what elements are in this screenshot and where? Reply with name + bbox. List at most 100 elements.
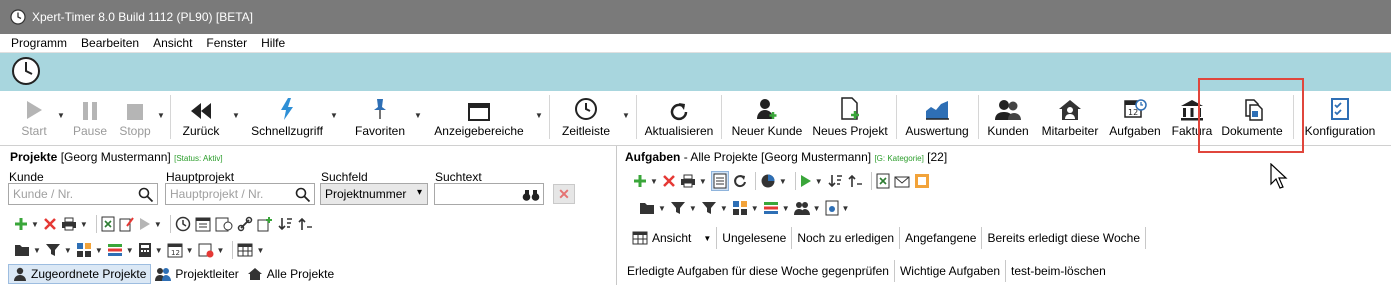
- pie-chart-icon[interactable]: ▼: [760, 173, 787, 189]
- outlook-icon[interactable]: [914, 173, 930, 189]
- timer-icon[interactable]: [175, 216, 191, 232]
- start-button[interactable]: Start: [14, 91, 54, 146]
- mitarbeiter-button[interactable]: Mitarbeiter: [1037, 91, 1103, 146]
- folder-icon[interactable]: ▼: [639, 201, 666, 215]
- excel-export-icon[interactable]: [876, 173, 890, 189]
- timer-clock-icon[interactable]: [11, 56, 41, 86]
- neuer-kunde-button[interactable]: Neuer Kunde: [730, 91, 804, 146]
- link-icon[interactable]: [237, 216, 253, 232]
- tab-alle-projekte[interactable]: Alle Projekte: [243, 264, 338, 284]
- start-dropdown-icon[interactable]: ▼: [57, 111, 65, 120]
- aufgaben-button[interactable]: 12 Aufgaben: [1106, 91, 1164, 146]
- group-icon[interactable]: ▼: [732, 200, 759, 216]
- add-icon[interactable]: ▼: [633, 174, 658, 188]
- neues-projekt-button[interactable]: Neues Projekt: [810, 91, 890, 146]
- calculator-icon[interactable]: ▼: [138, 242, 163, 258]
- tab-projektleiter[interactable]: Projektleiter: [151, 264, 242, 284]
- calendar-timer-icon[interactable]: [215, 216, 233, 232]
- play-small-icon[interactable]: ▼: [139, 217, 162, 231]
- ungelesene-button[interactable]: Ungelesene: [717, 227, 793, 249]
- menu-ansicht[interactable]: Ansicht: [146, 36, 199, 50]
- search-icon[interactable]: [138, 187, 154, 203]
- bereits-erledigt-button[interactable]: Bereits erledigt diese Woche: [982, 227, 1147, 249]
- grid-view-icon[interactable]: ▼: [237, 243, 264, 257]
- calendar-icon[interactable]: [195, 216, 211, 232]
- binoculars-icon[interactable]: [522, 187, 540, 203]
- chart-icon: [926, 101, 949, 120]
- excel-export-icon[interactable]: [101, 216, 115, 232]
- pause-button[interactable]: Pause: [70, 91, 110, 146]
- suchtext-label: Suchtext: [435, 170, 482, 184]
- email-icon[interactable]: [894, 174, 910, 188]
- tab-zugeordnete-projekte[interactable]: Zugeordnete Projekte: [8, 264, 152, 284]
- filter-icon[interactable]: ▼: [45, 243, 72, 257]
- document-settings-icon[interactable]: ▼: [825, 200, 849, 216]
- user-icon: [14, 267, 26, 281]
- stopp-button[interactable]: Stopp: [116, 91, 154, 146]
- calendar-remove-icon[interactable]: ▼: [198, 242, 224, 258]
- anzeigebereiche-dropdown-icon[interactable]: ▼: [535, 111, 543, 120]
- stopp-dropdown-icon[interactable]: ▼: [157, 111, 165, 120]
- window-layout-icon: [468, 103, 490, 121]
- sort-ascending-icon[interactable]: [847, 173, 863, 189]
- edit-mark-icon[interactable]: [119, 216, 135, 232]
- aktualisieren-button[interactable]: Aktualisieren: [643, 91, 715, 146]
- new-document-icon: [841, 97, 859, 120]
- hauptprojekt-field[interactable]: Hauptprojekt / Nr.: [165, 183, 315, 205]
- filter-alt-icon[interactable]: ▼: [701, 201, 728, 215]
- menu-bar: Programm Bearbeiten Ansicht Fenster Hilf…: [0, 34, 1391, 53]
- kunde-label: Kunde: [9, 170, 44, 184]
- printer-icon[interactable]: ▼: [680, 174, 707, 188]
- konfiguration-button[interactable]: Konfiguration: [1300, 91, 1380, 146]
- suchfeld-select[interactable]: Projektnummer ▾: [320, 183, 428, 205]
- sort-ascending-icon[interactable]: [297, 216, 313, 232]
- menu-hilfe[interactable]: Hilfe: [254, 36, 292, 50]
- erledigte-aufgaben-button[interactable]: Erledigte Aufgaben für diese Woche gegen…: [622, 260, 895, 282]
- pause-icon: [83, 102, 97, 120]
- favoriten-dropdown-icon[interactable]: ▼: [414, 111, 422, 120]
- printer-icon[interactable]: ▼: [61, 217, 88, 231]
- sort-descending-icon[interactable]: [277, 216, 293, 232]
- zeitleiste-button[interactable]: Zeitleiste: [556, 91, 616, 146]
- menu-fenster[interactable]: Fenster: [199, 36, 254, 50]
- stop-icon: [127, 104, 143, 120]
- task-view-bar: Ansicht ▼ Ungelesene Noch zu erledigen A…: [627, 227, 1147, 249]
- suchtext-field[interactable]: [434, 183, 544, 205]
- projects-panel: Projekte [Georg Mustermann] [Status: Akt…: [0, 146, 617, 285]
- auswertung-button[interactable]: Auswertung: [902, 91, 972, 146]
- timer-bar: [0, 53, 1391, 91]
- test-beim-loeschen-button[interactable]: test-beim-löschen: [1006, 260, 1111, 282]
- folder-icon[interactable]: ▼: [14, 243, 41, 257]
- kunden-button[interactable]: Kunden: [984, 91, 1032, 146]
- delete-icon[interactable]: [662, 174, 676, 188]
- angefangene-button[interactable]: Angefangene: [900, 227, 983, 249]
- schnellzugriff-dropdown-icon[interactable]: ▼: [330, 111, 338, 120]
- zeitleiste-dropdown-icon[interactable]: ▼: [622, 111, 630, 120]
- menu-bearbeiten[interactable]: Bearbeiten: [74, 36, 146, 50]
- menu-programm[interactable]: Programm: [0, 36, 74, 50]
- color-lines-icon[interactable]: ▼: [107, 243, 134, 257]
- noch-zu-erledigen-button[interactable]: Noch zu erledigen: [792, 227, 901, 249]
- add-subitem-icon[interactable]: [257, 216, 273, 232]
- ansicht-button[interactable]: Ansicht ▼: [627, 227, 718, 249]
- zurueck-dropdown-icon[interactable]: ▼: [232, 111, 240, 120]
- filter-icon[interactable]: ▼: [670, 201, 697, 215]
- add-icon[interactable]: ▼: [14, 217, 39, 231]
- zurueck-button[interactable]: Zurück: [176, 91, 226, 146]
- schnellzugriff-button[interactable]: Schnellzugriff: [248, 91, 326, 146]
- search-icon[interactable]: [295, 187, 311, 203]
- sort-descending-icon[interactable]: [827, 173, 843, 189]
- kunde-field[interactable]: Kunde / Nr.: [8, 183, 158, 205]
- delete-icon[interactable]: [43, 217, 57, 231]
- anzeigebereiche-button[interactable]: Anzeigebereiche: [434, 91, 524, 146]
- clear-search-button[interactable]: ✕: [553, 184, 575, 204]
- refresh-icon[interactable]: [733, 174, 747, 188]
- users-filter-icon[interactable]: ▼: [793, 201, 821, 215]
- details-toggle-icon[interactable]: [710, 171, 729, 191]
- play-icon[interactable]: ▼: [800, 174, 823, 188]
- favoriten-button[interactable]: Favoriten: [352, 91, 408, 146]
- group-icon[interactable]: ▼: [76, 242, 103, 258]
- calendar-date-icon[interactable]: 12 ▼: [167, 242, 194, 258]
- wichtige-aufgaben-button[interactable]: Wichtige Aufgaben: [895, 260, 1007, 282]
- color-lines-icon[interactable]: ▼: [763, 201, 790, 215]
